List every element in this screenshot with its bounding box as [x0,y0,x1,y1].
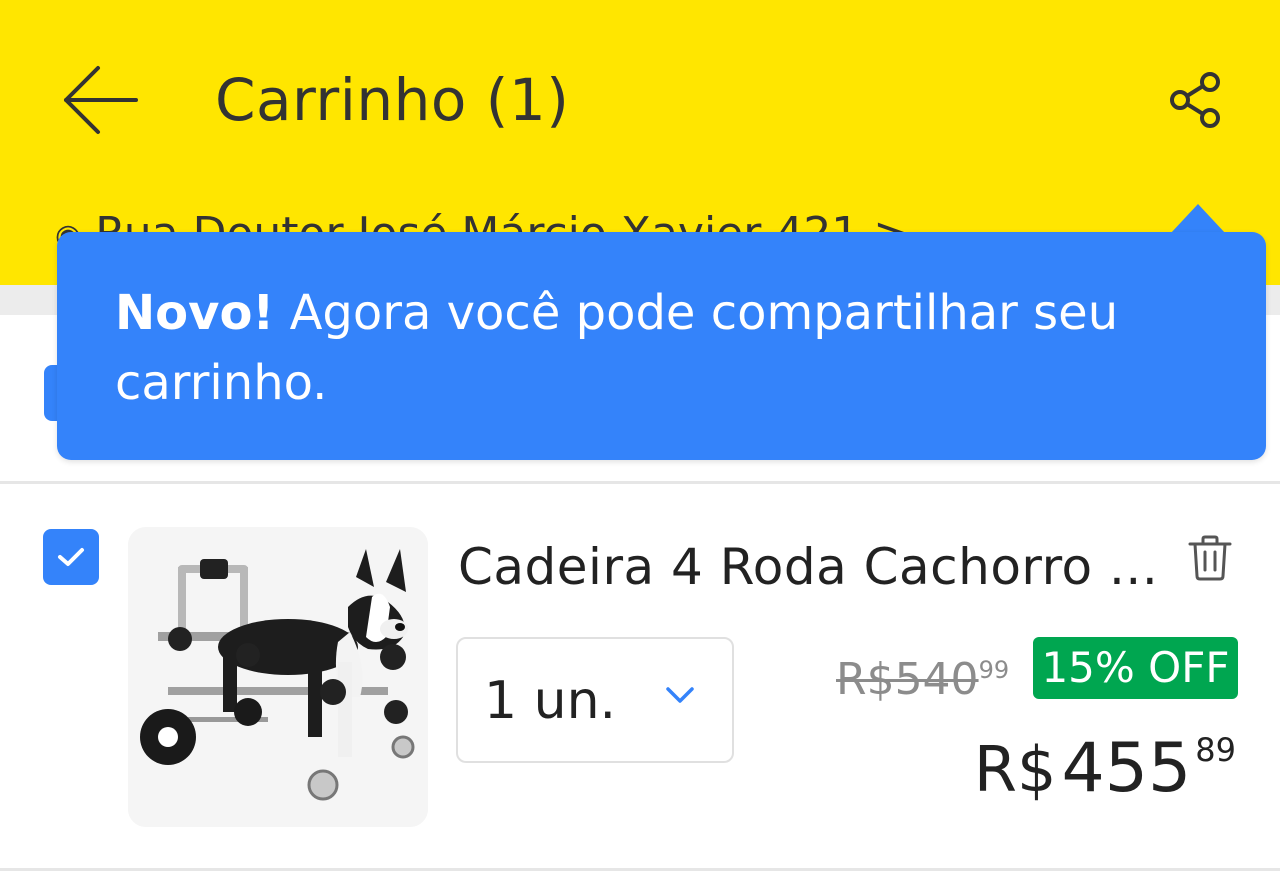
share-tooltip[interactable]: Novo! Agora você pode compartilhar seu c… [57,232,1266,460]
divider [0,868,1280,871]
price-integer: 455 [1061,729,1192,808]
item-checkbox[interactable] [43,529,99,585]
tooltip-arrow [1170,204,1226,234]
share-button[interactable] [1160,64,1232,136]
dog-wheelchair-image [128,527,428,827]
chevron-down-icon [664,685,696,709]
product-image[interactable] [128,527,428,827]
quantity-value: 1 un. [484,671,617,731]
original-price-main: R$540 [836,654,979,705]
arrow-left-icon [64,66,138,134]
cart-screen: Carrinho (1) ◉ Rua Doutor José Márcio Xa… [0,0,1280,896]
discount-badge: 15% OFF [1033,637,1238,699]
back-button[interactable] [52,58,148,142]
share-icon [1170,72,1220,128]
tooltip-bold: Novo! [115,285,275,341]
original-price-cents: 99 [978,656,1010,684]
delete-button[interactable] [1184,530,1236,586]
price-currency: R$ [973,733,1057,806]
current-price: R$ 455 89 [974,710,1236,826]
checkmark-icon [58,548,84,566]
original-price: R$54099 [836,642,1009,708]
trash-icon [1188,535,1232,581]
tooltip-message: Novo! Agora você pode compartilhar seu c… [115,278,1225,418]
quantity-select[interactable]: 1 un. [456,637,734,763]
divider [0,481,1280,484]
product-name[interactable]: Cadeira 4 Roda Cachorro ... [458,535,1158,599]
page-title: Carrinho (1) [215,66,570,134]
price-cents: 89 [1195,731,1236,769]
